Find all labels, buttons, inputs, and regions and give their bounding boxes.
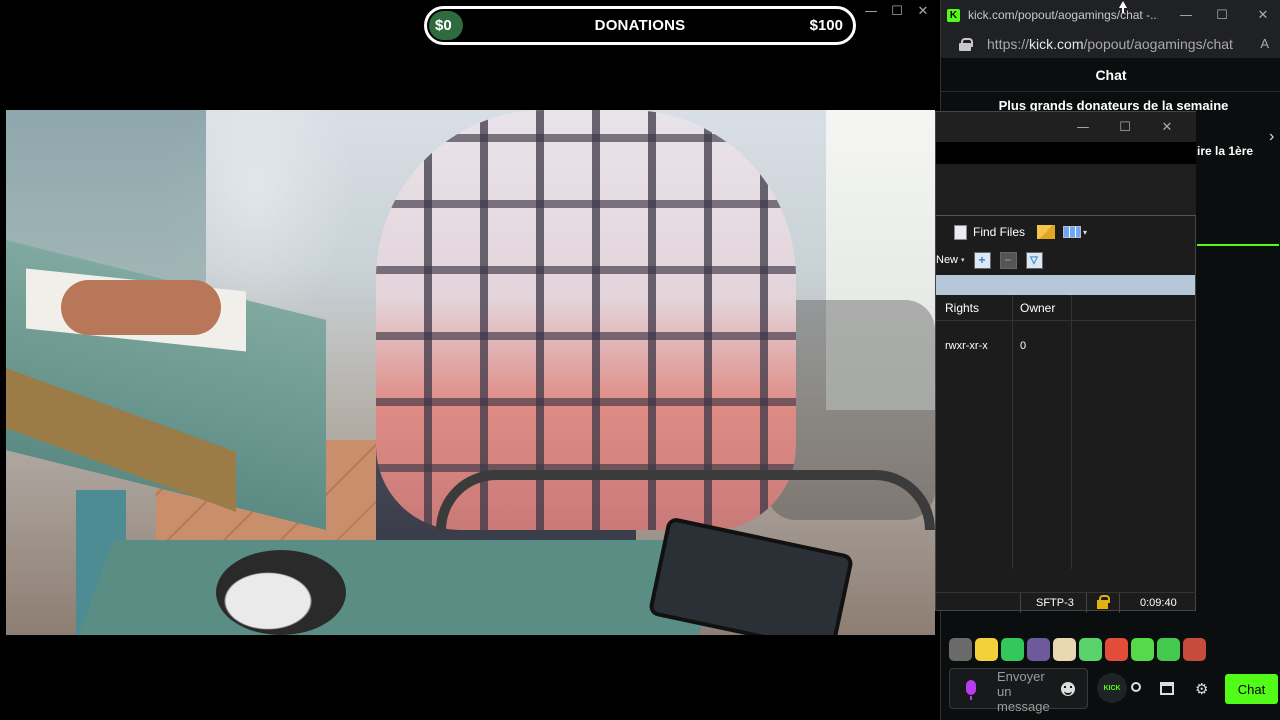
sftp-window-controls: — ☐ ✕ — [1062, 116, 1188, 138]
sftp-status-bar: SFTP-3 0:09:40 — [936, 592, 1196, 613]
donation-max-label: $100 — [809, 17, 843, 34]
donation-title: DONATIONS — [594, 17, 686, 34]
minimize-button[interactable]: — — [1173, 4, 1199, 26]
filter-icon[interactable]: ▽ — [1025, 251, 1043, 269]
column-header-owner[interactable]: Owner — [1020, 301, 1055, 315]
reader-mode-icon[interactable]: A — [1260, 36, 1269, 51]
sftp-path-bar[interactable] — [936, 275, 1195, 295]
donation-min-label: $0 — [435, 17, 452, 34]
emote-icon[interactable] — [1157, 638, 1180, 661]
column-header-rights[interactable]: Rights — [945, 301, 979, 315]
url-path: /popout/aogamings/chat — [1083, 36, 1233, 52]
emoji-icon[interactable] — [1061, 682, 1075, 696]
url-prefix: https:// — [987, 36, 1030, 52]
sftp-toolbar-secondary: New ▾ + − ▽ — [936, 248, 1196, 272]
chat-header: Chat — [941, 58, 1280, 92]
file-rights-cell[interactable]: rwxr-xr-x — [945, 340, 988, 352]
status-protocol: SFTP-3 — [1036, 597, 1074, 609]
new-button[interactable]: New — [936, 254, 958, 266]
chevron-down-icon[interactable]: ▾ — [961, 256, 965, 264]
emote-icon[interactable] — [975, 638, 998, 661]
scene-desk — [78, 540, 734, 635]
scene-hand — [61, 280, 221, 335]
scene-computer-mouse — [216, 550, 346, 635]
stream-video-window: $0 DONATIONS $100 — ☐ ✕ — [0, 0, 940, 720]
donation-goal-bar: $0 DONATIONS $100 — [424, 6, 856, 45]
kick-favicon-icon: K — [947, 8, 960, 22]
remove-icon[interactable]: − — [999, 251, 1017, 269]
mouse-cursor-icon — [1119, 1, 1127, 13]
maximize-button[interactable]: ☐ — [1104, 116, 1146, 138]
gear-icon[interactable]: ⚙ — [1195, 680, 1208, 698]
store-icon[interactable] — [1160, 682, 1174, 695]
maximize-button[interactable]: ☐ — [884, 0, 910, 22]
emote-icon[interactable] — [1079, 638, 1102, 661]
browser-window-controls: — ☐ ✕ — [1173, 4, 1280, 26]
lock-icon — [1097, 595, 1110, 610]
emote-icon[interactable] — [1027, 638, 1050, 661]
scene-phone — [647, 516, 855, 635]
find-files-icon[interactable] — [954, 224, 967, 240]
emote-icon[interactable] — [1183, 638, 1206, 661]
folders-icon[interactable] — [1037, 225, 1056, 239]
sftp-panel — [936, 164, 1196, 216]
file-list-header: Rights Owner — [936, 295, 1195, 321]
file-owner-cell[interactable]: 0 — [1020, 340, 1026, 352]
chat-input-placeholder: Envoyer un message — [997, 669, 1050, 714]
sftp-toolbar: Find Files ▾ — [936, 219, 1196, 245]
column-divider — [1071, 295, 1072, 569]
url-domain: kick.com — [1029, 36, 1084, 52]
status-divider — [1020, 593, 1021, 613]
browser-titlebar: K kick.com/popout/aogamings/chat -... — … — [941, 0, 1280, 30]
lock-icon[interactable] — [959, 38, 973, 51]
top-donors-text: ire la 1ère — [1197, 144, 1254, 158]
scene-shirt — [376, 110, 796, 530]
close-button[interactable]: ✕ — [1146, 116, 1188, 138]
sftp-titlebar: — ☐ ✕ — [936, 112, 1196, 142]
browser-tab-title: kick.com/popout/aogamings/chat -... — [968, 8, 1158, 22]
sftp-client-window: — ☐ ✕ Find Files ▾ New ▾ + − ▽ Rights Ow… — [935, 111, 1196, 613]
emote-icon[interactable] — [1001, 638, 1024, 661]
accent-divider — [1197, 244, 1279, 246]
close-button[interactable]: ✕ — [910, 0, 936, 22]
close-button[interactable]: ✕ — [1245, 4, 1280, 26]
chevron-down-icon[interactable]: ▾ — [1083, 228, 1087, 237]
sftp-menubar — [936, 142, 1196, 164]
webcam-video-frame — [6, 110, 935, 635]
maximize-button[interactable]: ☐ — [1199, 4, 1245, 26]
emote-icon[interactable] — [1053, 638, 1076, 661]
minimize-button[interactable]: — — [1062, 116, 1104, 138]
status-divider — [1086, 593, 1087, 613]
find-files-button[interactable]: Find Files — [973, 225, 1025, 239]
view-mode-icon[interactable] — [1063, 226, 1082, 238]
status-divider — [1119, 593, 1120, 613]
column-divider — [1012, 295, 1013, 569]
kick-badge-icon[interactable]: KICK — [1097, 673, 1127, 703]
address-bar[interactable]: https://kick.com/popout/aogamings/chat A — [941, 30, 1280, 58]
emote-icon[interactable] — [1131, 638, 1154, 661]
emote-icon[interactable] — [1105, 638, 1128, 661]
status-time: 0:09:40 — [1140, 597, 1177, 609]
emote-icon[interactable] — [949, 638, 972, 661]
microphone-icon[interactable] — [966, 680, 976, 700]
chat-message-input[interactable]: Envoyer un message — [949, 668, 1088, 714]
add-icon[interactable]: + — [973, 251, 991, 269]
emote-bar — [949, 638, 1206, 661]
video-window-controls: — ☐ ✕ — [858, 0, 936, 22]
minimize-button[interactable]: — — [858, 0, 884, 22]
url-text[interactable]: https://kick.com/popout/aogamings/chat — [987, 36, 1233, 52]
chat-send-button[interactable]: Chat — [1225, 674, 1278, 704]
chevron-right-icon[interactable]: › — [1269, 128, 1274, 146]
loop-icon[interactable] — [1131, 682, 1141, 692]
